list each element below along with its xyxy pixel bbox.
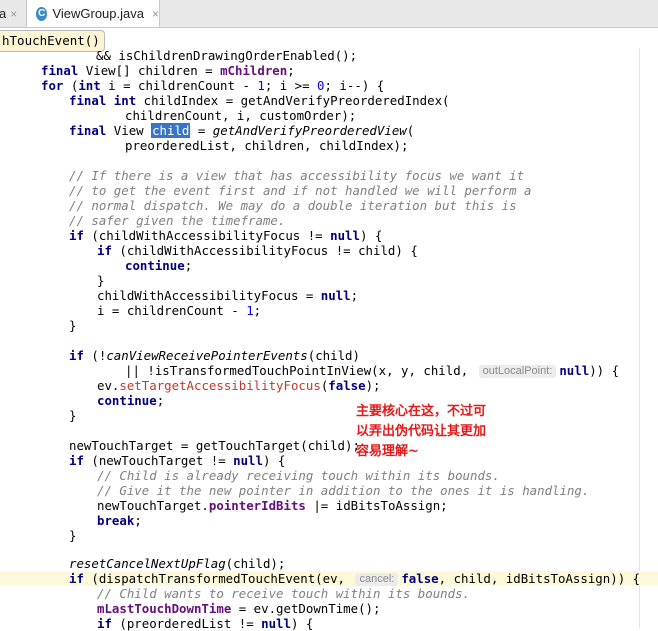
code-line: if (newTouchTarget != null) { (69, 453, 286, 468)
code-line: continue; (97, 393, 165, 408)
code-line: for (int i = childrenCount - 1; i >= 0; … (41, 78, 385, 93)
tab-previous-file[interactable]: a × (0, 0, 26, 27)
annotation-line: 主要核心在这，不过可 (356, 404, 487, 419)
code-editor[interactable]: && isChildrenDrawingOrderEnabled(); fina… (0, 48, 658, 631)
code-line: } (97, 273, 105, 288)
right-margin-guide (639, 48, 640, 628)
code-line: childWithAccessibilityFocus = null; (97, 288, 359, 303)
code-line: || !isTransformedTouchPointInView(x, y, … (125, 363, 620, 378)
code-line: final View[] children = mChildren; (41, 63, 295, 78)
java-class-icon: C (36, 6, 48, 21)
code-line-current: if (dispatchTransformedTouchEvent(ev, ca… (69, 571, 641, 586)
code-line: newTouchTarget.pointerIdBits |= idBitsTo… (97, 498, 448, 513)
code-line: } (69, 528, 77, 543)
code-line: if (!canViewReceivePointerEvents(child) (69, 348, 360, 363)
annotation-line: 以弄出伪代码让其更加 (356, 424, 487, 439)
code-comment: // normal dispatch. We may do a double i… (69, 198, 517, 213)
code-line: if (preorderedList != null) { (97, 616, 314, 631)
code-line: break; (97, 513, 142, 528)
tab-previous-label: a (0, 6, 7, 21)
code-line: final View child = getAndVerifyPreordere… (69, 123, 415, 138)
code-line: continue; (125, 258, 193, 273)
code-comment: // If there is a view that has accessibi… (69, 168, 525, 183)
close-icon[interactable]: × (10, 7, 17, 21)
code-comment: // safer given the timeframe. (69, 213, 286, 228)
code-line: childrenCount, i, customOrder); (125, 108, 357, 123)
code-line: ev.setTargetAccessibilityFocus(false); (97, 378, 381, 393)
code-line: newTouchTarget = getTouchTarget(child); (69, 438, 360, 453)
code-comment: // Child is already receiving touch with… (97, 468, 500, 483)
code-line: resetCancelNextUpFlag(child); (69, 556, 286, 571)
code-line: i = childrenCount - 1; (97, 303, 262, 318)
code-line: if (childWithAccessibilityFocus != child… (97, 243, 418, 258)
editor-tab-bar: a × C ViewGroup.java × (0, 0, 658, 28)
tab-label: ViewGroup.java (52, 6, 144, 21)
annotation-line: 容易理解~ (356, 444, 419, 459)
code-line: } (69, 408, 77, 423)
code-comment: // Give it the new pointer in addition t… (97, 483, 590, 498)
tab-viewgroup-java[interactable]: C ViewGroup.java × (26, 0, 160, 27)
code-line: && isChildrenDrawingOrderEnabled(); (96, 48, 358, 63)
close-icon[interactable]: × (152, 7, 159, 21)
selected-identifier[interactable]: child (151, 123, 191, 138)
red-annotation-note: 主要核心在这，不过可 以弄出伪代码让其更加 容易理解~ (356, 402, 516, 462)
code-line: final int childIndex = getAndVerifyPreor… (69, 93, 450, 108)
code-line: mLastTouchDownTime = ev.getDownTime(); (97, 601, 381, 616)
code-comment: // Child wants to receive touch within i… (97, 586, 470, 601)
code-line: if (childWithAccessibilityFocus != null)… (69, 228, 383, 243)
parameter-hint: outLocalPoint: (478, 365, 557, 378)
code-line: preorderedList, children, childIndex); (125, 138, 409, 153)
code-line: } (69, 318, 77, 333)
code-comment: // to get the event first and if not han… (69, 183, 532, 198)
parameter-hint: cancel: (355, 573, 399, 586)
